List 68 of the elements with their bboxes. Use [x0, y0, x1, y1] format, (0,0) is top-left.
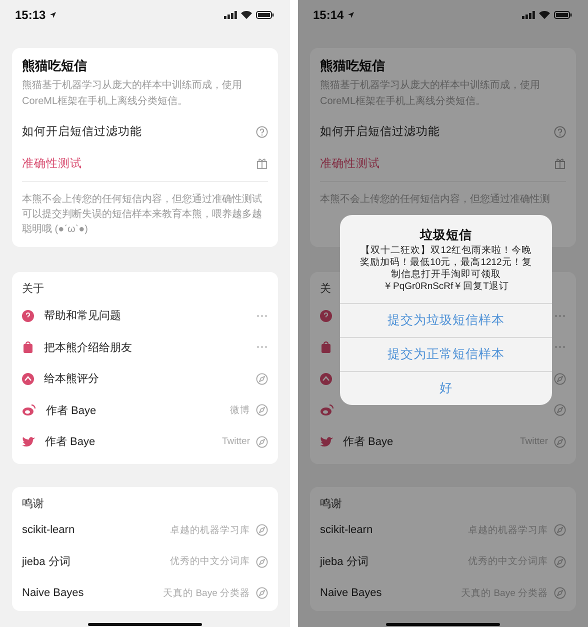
- section-header: 鸣谢: [320, 496, 342, 512]
- gift-icon[interactable]: [554, 157, 566, 170]
- bag-icon: [22, 341, 34, 354]
- item-detail: 微博: [230, 404, 250, 417]
- about-item[interactable]: 作者 Baye: [46, 402, 96, 418]
- item-detail: Twitter: [222, 436, 250, 448]
- bird-icon: [320, 436, 333, 448]
- signal-icon: [224, 11, 237, 19]
- section-header: 关于: [22, 282, 44, 297]
- section-header: 关: [320, 282, 331, 297]
- credit-item[interactable]: scikit-learn: [22, 524, 75, 536]
- about-item[interactable]: 作者 Baye: [45, 434, 96, 450]
- app-title: 熊猫吃短信: [22, 57, 88, 75]
- credit-item[interactable]: jieba 分词: [320, 554, 368, 570]
- question-icon: [22, 310, 34, 322]
- compass-icon[interactable]: [554, 587, 566, 600]
- compass-icon[interactable]: [554, 556, 566, 568]
- more-icon[interactable]: [256, 345, 268, 350]
- status-time: 15:13: [15, 8, 46, 22]
- item-detail: 卓越的机器学习库: [170, 524, 250, 537]
- privacy-note: 本熊不会上传您的任何短信内容，但您通过准确性测: [320, 192, 551, 207]
- compass-icon[interactable]: [554, 372, 566, 385]
- battery-icon: [554, 11, 572, 19]
- compass-icon[interactable]: [554, 404, 566, 416]
- compass-icon[interactable]: [554, 436, 566, 448]
- battery-icon: [256, 11, 274, 19]
- bag-icon: [320, 341, 332, 354]
- wifi-icon: [241, 11, 252, 19]
- credit-item[interactable]: jieba 分词: [22, 554, 70, 570]
- item-detail: 优秀的中文分词库: [170, 555, 250, 568]
- question-icon: [320, 310, 332, 322]
- about-item[interactable]: 把本熊介绍给朋友: [44, 340, 132, 355]
- help-link[interactable]: 如何开启短信过滤功能: [22, 124, 256, 140]
- wifi-icon: [539, 11, 550, 19]
- app-description: 熊猫基于机器学习从庞大的样本中训练而成，使用CoreML框架在手机上离线分类短信。: [320, 78, 541, 109]
- about-item[interactable]: 作者 Baye: [343, 434, 394, 450]
- compass-icon[interactable]: [256, 372, 268, 385]
- bird-icon: [22, 436, 35, 448]
- app-description: 熊猫基于机器学习从庞大的样本中训练而成，使用CoreML框架在手机上离线分类短信。: [22, 78, 243, 109]
- accuracy-test-link[interactable]: 准确性测试: [22, 156, 256, 171]
- question-icon[interactable]: [256, 126, 268, 138]
- about-item[interactable]: 给本熊评分: [44, 371, 99, 386]
- compass-icon[interactable]: [256, 587, 268, 600]
- question-icon[interactable]: [554, 126, 566, 138]
- status-time: 15:14: [313, 8, 344, 22]
- compass-icon[interactable]: [256, 436, 268, 448]
- signal-icon: [522, 11, 535, 19]
- section-header: 鸣谢: [22, 496, 44, 512]
- app-title: 熊猫吃短信: [320, 57, 386, 75]
- compass-icon[interactable]: [256, 524, 268, 536]
- gift-icon[interactable]: [256, 157, 268, 170]
- credit-item[interactable]: scikit-learn: [320, 524, 373, 536]
- item-detail: 天真的 Baye 分类器: [163, 586, 250, 600]
- credit-item[interactable]: Naive Bayes: [320, 587, 382, 600]
- compass-icon[interactable]: [256, 556, 268, 568]
- compass-icon[interactable]: [256, 404, 268, 416]
- privacy-note: 本熊不会上传您的任何短信内容，但您通过准确性测试可以提交判断失误的短信样本来教育本熊，喂养越多越聪明哦 (●ˊωˋ●): [22, 192, 263, 237]
- compass-icon[interactable]: [554, 524, 566, 536]
- location-icon: [348, 12, 354, 18]
- location-icon: [50, 12, 56, 18]
- more-icon[interactable]: [256, 314, 268, 318]
- help-link[interactable]: 如何开启短信过滤功能: [320, 124, 554, 140]
- more-icon[interactable]: [554, 314, 566, 318]
- alert-title: 垃圾短信: [418, 227, 473, 243]
- credit-item[interactable]: Naive Bayes: [22, 587, 84, 600]
- more-icon[interactable]: [554, 345, 566, 350]
- about-item[interactable]: 帮助和常见问题: [44, 308, 121, 324]
- alert-message: 【双十二狂欢】双12红包雨来啦！今晚奖励加码！最低10元，最高1212元！复制信息打开手淘即可领取￥PqGr0RnScRf￥回复T退订: [359, 244, 533, 294]
